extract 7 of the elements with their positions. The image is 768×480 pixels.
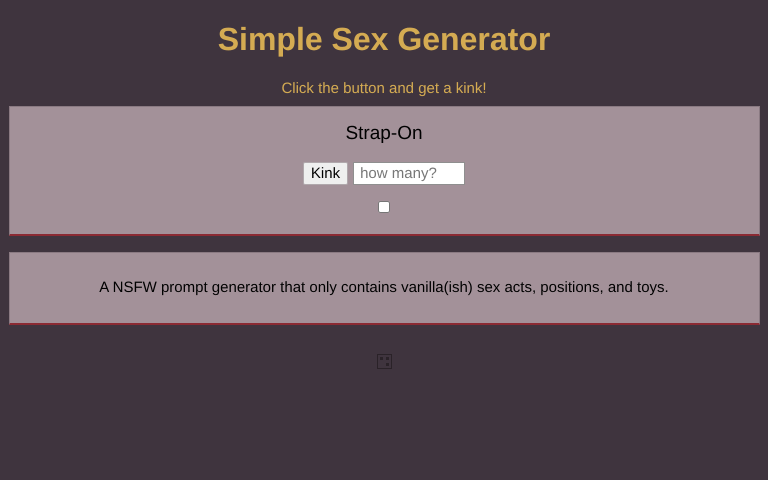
result-text: Strap-On — [345, 123, 423, 145]
count-field[interactable]: how many? — [353, 162, 466, 185]
checkbox[interactable] — [378, 201, 390, 213]
subtitle: Click the button and get a kink! — [281, 80, 487, 98]
page-title: Simple Sex Generator — [218, 20, 550, 58]
kink-button[interactable]: Kink — [302, 162, 348, 185]
description-text: A NSFW prompt generator that only contains vanilla(ish) sex acts, positions, and toys. — [99, 278, 669, 298]
